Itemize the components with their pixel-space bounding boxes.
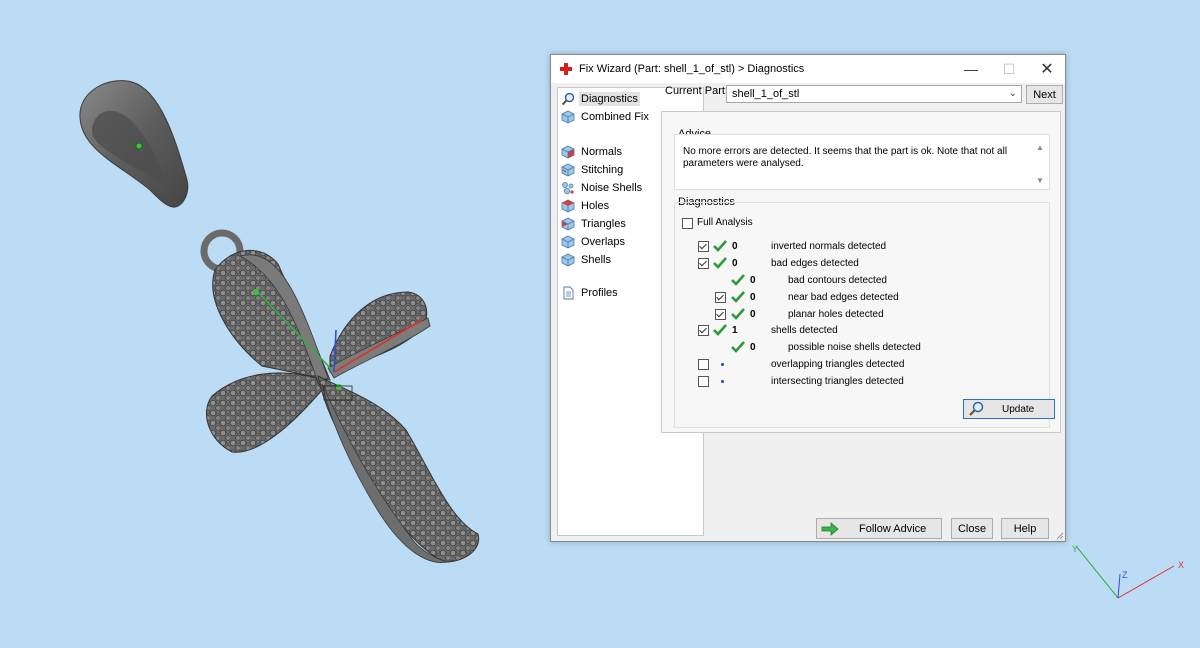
update-button-label: Update bbox=[1002, 403, 1035, 415]
diag-checkbox-near-bad-edges[interactable] bbox=[715, 292, 726, 303]
close-window-button[interactable]: ✕ bbox=[1029, 55, 1065, 83]
current-part-select[interactable]: shell_1_of_stl ⌄ bbox=[726, 85, 1022, 103]
diag-label: bad contours detected bbox=[788, 275, 887, 286]
advice-text: No more errors are detected. It seems th… bbox=[683, 146, 1008, 169]
axis-label-z: Z bbox=[1122, 570, 1128, 580]
nav-item-label: Noise Shells bbox=[581, 181, 643, 194]
diag-label: intersecting triangles detected bbox=[771, 376, 904, 387]
diagnostics-group: Full Analysis 0 inverted normals detecte… bbox=[674, 202, 1055, 428]
diag-checkbox-overlapping-triangles[interactable] bbox=[698, 359, 709, 370]
diag-count: 0 bbox=[750, 275, 756, 286]
diag-checkbox-intersecting-triangles[interactable] bbox=[698, 376, 709, 387]
diag-count: 0 bbox=[750, 342, 756, 353]
nav-item-label: Combined Fix bbox=[581, 110, 649, 123]
pendant-bail-model[interactable] bbox=[79, 80, 189, 208]
chevron-down-icon: ⌄ bbox=[1008, 88, 1017, 99]
not-analysed-dot-icon bbox=[721, 380, 724, 383]
check-ok-icon bbox=[731, 291, 745, 303]
check-ok-icon bbox=[731, 274, 745, 286]
diag-label: possible noise shells detected bbox=[788, 342, 921, 353]
check-ok-icon bbox=[713, 240, 727, 252]
red-cross-icon bbox=[560, 63, 572, 75]
diag-count: 1 bbox=[732, 325, 738, 336]
document-icon bbox=[563, 286, 574, 299]
fix-wizard-dialog: Fix Wizard (Part: shell_1_of_stl) > Diag… bbox=[550, 54, 1066, 542]
diag-label: shells detected bbox=[771, 325, 838, 336]
nav-item-label: Diagnostics bbox=[579, 91, 640, 106]
diag-label: near bad edges detected bbox=[788, 292, 899, 303]
axis-label-x: X bbox=[1178, 560, 1184, 570]
close-button[interactable]: Close bbox=[951, 518, 993, 539]
full-analysis-label: Full Analysis bbox=[697, 217, 753, 228]
scroll-up-icon[interactable]: ▲ bbox=[1036, 143, 1044, 152]
full-analysis-checkbox[interactable] bbox=[682, 218, 693, 229]
next-button[interactable]: Next bbox=[1026, 85, 1063, 104]
nav-item-label: Shells bbox=[581, 253, 611, 266]
cube-icon bbox=[561, 110, 575, 123]
diag-label: bad edges detected bbox=[771, 258, 859, 269]
title-bar[interactable]: Fix Wizard (Part: shell_1_of_stl) > Diag… bbox=[551, 55, 1065, 83]
not-analysed-dot-icon bbox=[721, 363, 724, 366]
advice-textbox[interactable]: No more errors are detected. It seems th… bbox=[674, 134, 1050, 190]
diag-checkbox-planar-holes[interactable] bbox=[715, 309, 726, 320]
resize-grip-icon[interactable] bbox=[1054, 530, 1064, 540]
green-arrow-icon bbox=[821, 521, 839, 536]
diag-checkbox-shells[interactable] bbox=[698, 325, 709, 336]
nav-item-label: Overlaps bbox=[581, 235, 626, 248]
follow-advice-label: Follow Advice bbox=[859, 522, 927, 535]
magnifier-icon bbox=[561, 92, 575, 105]
follow-advice-button[interactable]: Follow Advice bbox=[816, 518, 942, 539]
diag-count: 0 bbox=[732, 258, 738, 269]
diag-count: 0 bbox=[750, 292, 756, 303]
world-axes-indicator: Y X Z bbox=[1072, 544, 1184, 599]
nav-item-label: Profiles bbox=[581, 286, 618, 299]
scroll-down-icon[interactable]: ▼ bbox=[1036, 176, 1044, 185]
window-title: Fix Wizard (Part: shell_1_of_stl) > Diag… bbox=[579, 63, 805, 75]
stitching-cube-icon bbox=[561, 163, 575, 176]
advice-scrollbar[interactable]: ▲ ▼ bbox=[1035, 143, 1045, 185]
diag-checkbox-bad-edges[interactable] bbox=[698, 258, 709, 269]
check-ok-icon bbox=[713, 324, 727, 336]
update-button[interactable]: Update bbox=[963, 399, 1055, 419]
check-ok-icon bbox=[731, 341, 745, 353]
current-part-value: shell_1_of_stl bbox=[732, 88, 800, 100]
diag-label: overlapping triangles detected bbox=[771, 359, 905, 370]
magnifier-icon bbox=[969, 401, 984, 416]
triangles-cube-icon bbox=[561, 217, 575, 230]
nav-item-label: Normals bbox=[581, 145, 622, 158]
overlaps-cube-icon bbox=[561, 235, 575, 248]
diag-count: 0 bbox=[732, 241, 738, 252]
holes-cube-icon bbox=[561, 199, 575, 212]
diag-checkbox-inverted-normals[interactable] bbox=[698, 241, 709, 252]
axis-label-y: Y bbox=[1072, 544, 1078, 554]
diag-label: inverted normals detected bbox=[771, 241, 887, 252]
normals-cube-icon bbox=[561, 145, 575, 158]
shells-cube-icon bbox=[561, 253, 575, 266]
help-button[interactable]: Help bbox=[1001, 518, 1049, 539]
maximize-button[interactable]: ☐ bbox=[991, 55, 1027, 83]
minimize-button[interactable]: — bbox=[953, 55, 989, 83]
nav-item-label: Holes bbox=[581, 199, 610, 212]
nav-item-label: Stitching bbox=[581, 163, 624, 176]
current-part-label: Current Part: bbox=[665, 85, 728, 97]
noise-shells-icon bbox=[562, 181, 574, 194]
check-ok-icon bbox=[731, 308, 745, 320]
nav-item-label: Triangles bbox=[581, 217, 626, 230]
diag-label: planar holes detected bbox=[788, 309, 884, 320]
diag-count: 0 bbox=[750, 309, 756, 320]
cross-pendant-model[interactable] bbox=[200, 229, 480, 563]
check-ok-icon bbox=[713, 257, 727, 269]
diagnostics-panel: Advice No more errors are detected. It s… bbox=[661, 111, 1061, 433]
